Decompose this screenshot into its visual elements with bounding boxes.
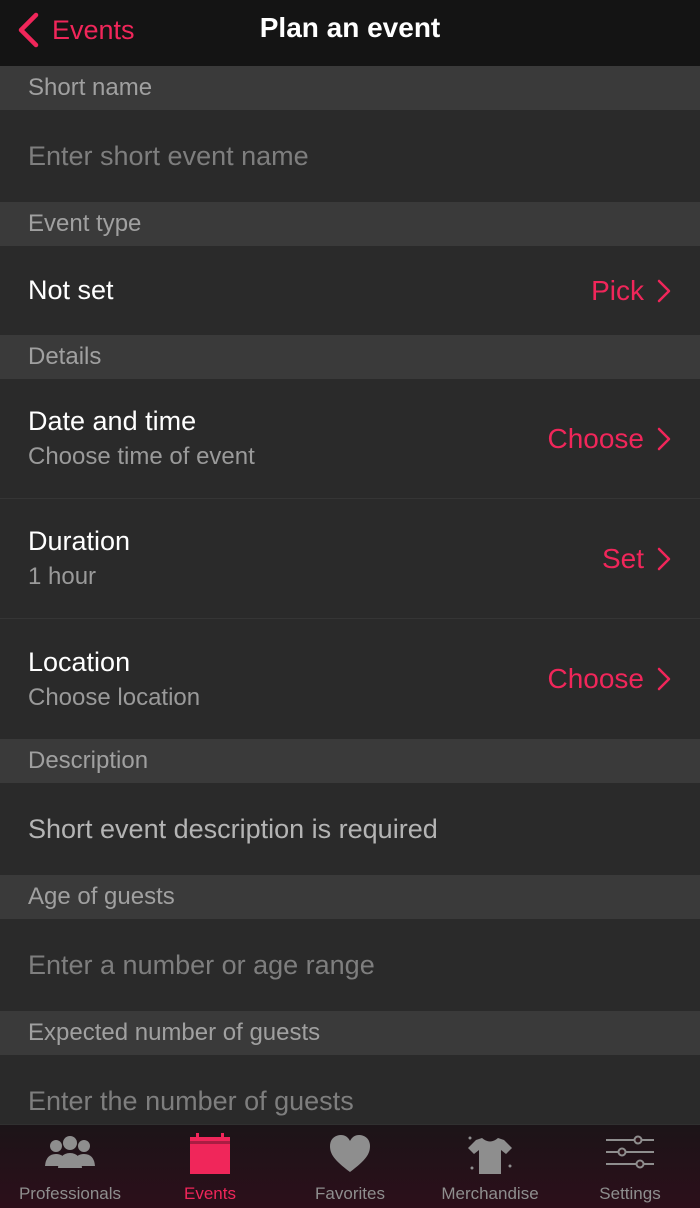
calendar-icon <box>190 1133 230 1174</box>
date-time-row[interactable]: Date and time Choose time of event Choos… <box>0 379 700 499</box>
date-time-subtitle: Choose time of event <box>28 443 255 470</box>
section-header-age: Age of guests <box>0 875 700 919</box>
tab-professionals[interactable]: Professionals <box>0 1125 140 1208</box>
location-subtitle: Choose location <box>28 683 201 711</box>
set-duration-label: Set <box>601 542 644 574</box>
chevron-right-icon <box>657 667 671 691</box>
section-header-guests: Expected number of guests <box>0 1011 700 1055</box>
guests-input[interactable]: Enter the number of guests <box>0 1055 700 1124</box>
tab-favorites[interactable]: Favorites <box>280 1125 420 1208</box>
choose-location-button[interactable]: Choose <box>547 663 672 695</box>
pick-label: Pick <box>591 274 644 306</box>
tab-label: Events <box>184 1184 236 1203</box>
section-header-short-name: Short name <box>0 66 700 110</box>
tab-merchandise[interactable]: Merchandise <box>420 1125 560 1208</box>
heart-icon <box>330 1135 370 1172</box>
form-content[interactable]: Short name Enter short event name Event … <box>0 66 700 1124</box>
short-name-input[interactable]: Enter short event name <box>0 110 700 202</box>
chevron-right-icon <box>657 427 671 450</box>
location-row[interactable]: Location Choose location Choose <box>0 619 700 739</box>
tab-label: Merchandise <box>441 1184 539 1203</box>
choose-location-label: Choose <box>547 663 644 694</box>
tshirt-icon <box>468 1136 512 1174</box>
tab-label: Professionals <box>18 1184 122 1203</box>
description-field[interactable]: Short event description is required <box>0 783 700 875</box>
tab-settings[interactable]: Settings <box>560 1125 700 1208</box>
section-header-description: Description <box>0 739 700 783</box>
page-title: Plan an event <box>259 12 441 43</box>
age-input[interactable]: Enter a number or age range <box>0 919 700 1011</box>
navigation-bar: Events Plan an event <box>0 0 700 66</box>
tab-label: Favorites <box>315 1184 385 1203</box>
location-title: Location <box>28 646 131 677</box>
section-header-details: Details <box>0 335 700 379</box>
date-time-title: Date and time <box>28 406 197 436</box>
choose-date-label: Choose <box>547 422 644 454</box>
tab-events[interactable]: Events <box>140 1125 280 1208</box>
duration-value: 1 hour <box>28 563 97 590</box>
event-type-value: Not set <box>28 275 114 305</box>
chevron-right-icon <box>657 279 671 302</box>
pick-button[interactable]: Pick <box>591 275 672 307</box>
duration-title: Duration <box>28 526 131 556</box>
tab-label: Settings <box>599 1184 661 1203</box>
event-type-row[interactable]: Not set Pick <box>0 246 700 335</box>
chevron-right-icon <box>657 547 671 570</box>
duration-row[interactable]: Duration 1 hour Set <box>0 499 700 619</box>
people-icon <box>45 1136 95 1168</box>
tab-bar: Professionals Events Favorites Merchandi… <box>0 1124 700 1208</box>
section-header-event-type: Event type <box>0 202 700 246</box>
sliders-icon <box>606 1135 654 1169</box>
set-duration-button[interactable]: Set <box>602 543 672 575</box>
choose-date-button[interactable]: Choose <box>547 423 672 455</box>
